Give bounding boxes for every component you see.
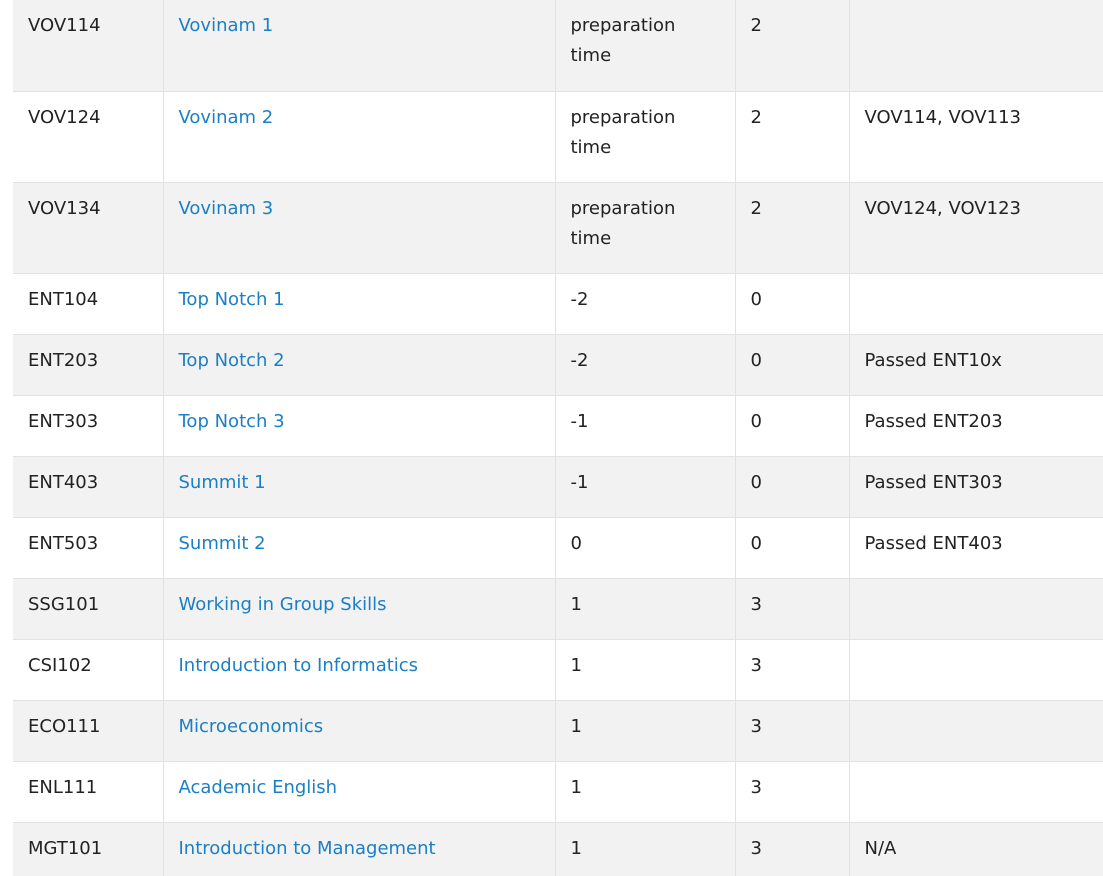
credits-cell: 3: [734, 821, 849, 876]
subject-name-cell: Introduction to Management: [162, 821, 555, 876]
credits-cell: 2: [734, 0, 849, 91]
semester-cell: -2: [554, 333, 735, 395]
subject-link[interactable]: Working in Group Skills: [179, 594, 387, 615]
prerequisite-cell: [848, 760, 1103, 822]
subject-code: CSI102: [13, 638, 163, 700]
table-row: ENT303 Top Notch 3 -1 0 Passed ENT203: [13, 394, 1103, 456]
prerequisite-cell: VOV124, VOV123: [848, 181, 1103, 273]
semester-cell: preparation time: [554, 90, 735, 182]
credits-cell: 3: [734, 577, 849, 639]
subject-code: SSG101: [13, 577, 163, 639]
prerequisite-cell: Passed ENT403: [848, 516, 1103, 578]
prerequisite-cell: VOV114, VOV113: [848, 90, 1103, 182]
subject-name-cell: Vovinam 1: [162, 0, 555, 91]
subject-link[interactable]: Summit 1: [179, 472, 266, 493]
credits-cell: 0: [734, 455, 849, 517]
prerequisite-cell: [848, 272, 1103, 334]
credits-cell: 3: [734, 699, 849, 761]
subject-code: VOV124: [13, 90, 163, 182]
subject-name-cell: Top Notch 3: [162, 394, 555, 456]
subject-link[interactable]: Academic English: [179, 777, 338, 798]
subject-link[interactable]: Summit 2: [179, 533, 266, 554]
subject-code: ENL111: [13, 760, 163, 822]
subject-link[interactable]: Introduction to Informatics: [179, 655, 419, 676]
semester-cell: -2: [554, 272, 735, 334]
table-row: SSG101 Working in Group Skills 1 3: [13, 577, 1103, 639]
subject-name-cell: Top Notch 2: [162, 333, 555, 395]
prerequisite-cell: [848, 577, 1103, 639]
prerequisite-cell: [848, 0, 1103, 91]
subject-link[interactable]: Top Notch 2: [179, 350, 285, 371]
curriculum-table: VOV114 Vovinam 1 preparation time 2 VOV1…: [13, 0, 1103, 876]
table-row: VOV114 Vovinam 1 preparation time 2: [13, 0, 1103, 91]
credits-cell: 2: [734, 181, 849, 273]
subject-name-cell: Summit 2: [162, 516, 555, 578]
credits-cell: 3: [734, 638, 849, 700]
subject-name-cell: Working in Group Skills: [162, 577, 555, 639]
semester-cell: -1: [554, 394, 735, 456]
credits-cell: 0: [734, 333, 849, 395]
table-row: VOV124 Vovinam 2 preparation time 2 VOV1…: [13, 90, 1103, 182]
prerequisite-cell: N/A: [848, 821, 1103, 876]
subject-name-cell: Academic English: [162, 760, 555, 822]
subject-code: ENT303: [13, 394, 163, 456]
table-row: VOV134 Vovinam 3 preparation time 2 VOV1…: [13, 181, 1103, 273]
subject-code: VOV134: [13, 181, 163, 273]
semester-cell: preparation time: [554, 0, 735, 91]
semester-cell: 1: [554, 577, 735, 639]
subject-name-cell: Summit 1: [162, 455, 555, 517]
subject-link[interactable]: Top Notch 3: [179, 411, 285, 432]
prerequisite-cell: Passed ENT303: [848, 455, 1103, 517]
subject-link[interactable]: Microeconomics: [179, 716, 324, 737]
subject-name-cell: Microeconomics: [162, 699, 555, 761]
subject-link[interactable]: Vovinam 1: [179, 15, 274, 36]
subject-code: ENT503: [13, 516, 163, 578]
credits-cell: 0: [734, 272, 849, 334]
subject-code: ENT104: [13, 272, 163, 334]
semester-cell: 1: [554, 821, 735, 876]
subject-name-cell: Top Notch 1: [162, 272, 555, 334]
subject-code: ENT403: [13, 455, 163, 517]
credits-cell: 0: [734, 516, 849, 578]
table-row: MGT101 Introduction to Management 1 3 N/…: [13, 821, 1103, 876]
semester-cell: 1: [554, 699, 735, 761]
subject-name-cell: Introduction to Informatics: [162, 638, 555, 700]
prerequisite-cell: Passed ENT10x: [848, 333, 1103, 395]
subject-code: MGT101: [13, 821, 163, 876]
subject-code: ECO111: [13, 699, 163, 761]
semester-cell: 1: [554, 760, 735, 822]
semester-cell: 1: [554, 638, 735, 700]
subject-link[interactable]: Top Notch 1: [179, 289, 285, 310]
subject-code: ENT203: [13, 333, 163, 395]
credits-cell: 0: [734, 394, 849, 456]
prerequisite-cell: Passed ENT203: [848, 394, 1103, 456]
credits-cell: 2: [734, 90, 849, 182]
table-row: ECO111 Microeconomics 1 3: [13, 699, 1103, 761]
subject-name-cell: Vovinam 2: [162, 90, 555, 182]
table-row: CSI102 Introduction to Informatics 1 3: [13, 638, 1103, 700]
prerequisite-cell: [848, 638, 1103, 700]
semester-cell: -1: [554, 455, 735, 517]
table-row: ENL111 Academic English 1 3: [13, 760, 1103, 822]
semester-cell: 0: [554, 516, 735, 578]
subject-link[interactable]: Introduction to Management: [179, 838, 436, 859]
table-row: ENT104 Top Notch 1 -2 0: [13, 272, 1103, 334]
subject-link[interactable]: Vovinam 2: [179, 107, 274, 128]
table-row: ENT403 Summit 1 -1 0 Passed ENT303: [13, 455, 1103, 517]
semester-cell: preparation time: [554, 181, 735, 273]
prerequisite-cell: [848, 699, 1103, 761]
subject-code: VOV114: [28, 15, 101, 36]
credits-cell: 3: [734, 760, 849, 822]
table-row: ENT503 Summit 2 0 0 Passed ENT403: [13, 516, 1103, 578]
table-row: ENT203 Top Notch 2 -2 0 Passed ENT10x: [13, 333, 1103, 395]
subject-link[interactable]: Vovinam 3: [179, 198, 274, 219]
subject-name-cell: Vovinam 3: [162, 181, 555, 273]
curriculum-table-container: VOV114 Vovinam 1 preparation time 2 VOV1…: [13, 0, 1103, 876]
